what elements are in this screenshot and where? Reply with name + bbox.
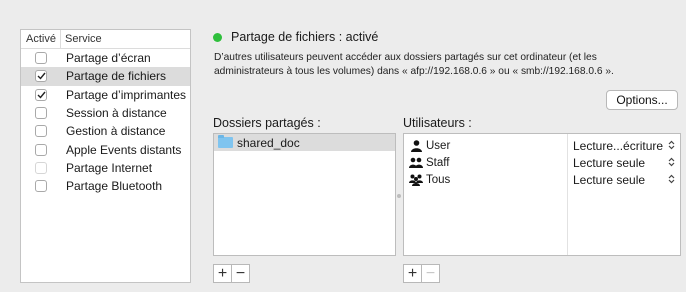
service-checkbox[interactable] bbox=[35, 125, 47, 138]
service-row[interactable]: Partage Internet bbox=[21, 159, 190, 177]
remove-folder-button[interactable]: − bbox=[231, 265, 249, 282]
service-row[interactable]: Gestion à distance bbox=[21, 122, 190, 140]
status-description: D’autres utilisateurs peuvent accéder au… bbox=[214, 52, 614, 77]
shared-folder-name: shared_doc bbox=[237, 135, 300, 150]
split-view-handle[interactable] bbox=[397, 194, 401, 198]
services-list[interactable]: Activé Service Partage d’écran Partage de… bbox=[20, 29, 191, 283]
shared-folders-list[interactable]: shared_doc bbox=[213, 133, 396, 256]
user-name: Tous bbox=[426, 173, 451, 186]
column-header-service[interactable]: Service bbox=[61, 33, 102, 45]
users-list[interactable]: User Lecture...écriture Staff Lecture se… bbox=[403, 133, 681, 256]
service-label: Apple Events distants bbox=[66, 142, 182, 157]
service-row[interactable]: Session à distance bbox=[21, 104, 190, 122]
service-row[interactable]: Partage d’imprimantes bbox=[21, 86, 190, 104]
service-checkbox[interactable] bbox=[35, 143, 47, 156]
service-checkbox[interactable] bbox=[35, 52, 47, 65]
status-title: Partage de fichiers : activé bbox=[231, 30, 379, 44]
service-checkbox-cell bbox=[21, 52, 61, 65]
users-label: Utilisateurs : bbox=[403, 116, 472, 130]
folders-add-remove-control: + − bbox=[213, 264, 250, 283]
service-checkbox-cell bbox=[21, 161, 61, 174]
user-row-staff[interactable]: Staff Lecture seule bbox=[404, 154, 680, 171]
service-checkbox-cell bbox=[21, 107, 61, 120]
service-checkbox[interactable] bbox=[35, 88, 47, 101]
service-checkbox[interactable] bbox=[35, 180, 47, 193]
service-row[interactable]: Partage de fichiers bbox=[21, 67, 190, 86]
folder-icon bbox=[218, 135, 233, 148]
service-checkbox[interactable] bbox=[35, 70, 47, 83]
status-indicator-icon bbox=[213, 33, 222, 42]
add-folder-button[interactable]: + bbox=[214, 265, 231, 282]
service-label: Gestion à distance bbox=[66, 124, 166, 139]
services-list-header: Activé Service bbox=[21, 30, 190, 49]
service-row[interactable]: Partage Bluetooth bbox=[21, 177, 190, 195]
shared-folders-label: Dossiers partagés : bbox=[213, 116, 321, 130]
service-checkbox-cell bbox=[21, 70, 61, 83]
service-label: Partage de fichiers bbox=[66, 69, 167, 84]
list-item-shared-folder[interactable]: shared_doc bbox=[214, 134, 395, 151]
service-checkbox[interactable] bbox=[35, 107, 47, 120]
permission-popup[interactable]: Lecture...écriture bbox=[573, 139, 663, 153]
user-name: User bbox=[426, 139, 451, 152]
add-user-button[interactable]: + bbox=[404, 265, 421, 282]
popup-chevron-icon[interactable] bbox=[668, 140, 675, 152]
service-checkbox[interactable] bbox=[35, 161, 47, 174]
group-icon bbox=[409, 157, 423, 168]
everyone-icon bbox=[409, 174, 423, 186]
permission-popup[interactable]: Lecture seule bbox=[573, 156, 645, 170]
remove-user-button[interactable]: − bbox=[421, 265, 439, 282]
service-label: Partage Bluetooth bbox=[66, 179, 163, 194]
service-row[interactable]: Apple Events distants bbox=[21, 140, 190, 158]
service-checkbox-cell bbox=[21, 88, 61, 101]
service-label: Partage Internet bbox=[66, 160, 153, 175]
column-header-active[interactable]: Activé bbox=[21, 30, 61, 48]
single-user-icon bbox=[409, 139, 423, 152]
popup-chevron-icon[interactable] bbox=[668, 174, 675, 186]
users-add-remove-control: + − bbox=[403, 264, 440, 283]
service-checkbox-cell bbox=[21, 125, 61, 138]
user-name: Staff bbox=[426, 156, 450, 169]
service-row[interactable]: Partage d’écran bbox=[21, 49, 190, 67]
service-checkbox-cell bbox=[21, 180, 61, 193]
service-checkbox-cell bbox=[21, 143, 61, 156]
user-row-tous[interactable]: Tous Lecture seule bbox=[404, 171, 680, 188]
service-label: Session à distance bbox=[66, 106, 167, 121]
user-row-user[interactable]: User Lecture...écriture bbox=[404, 137, 680, 154]
service-label: Partage d’écran bbox=[66, 51, 151, 66]
popup-chevron-icon[interactable] bbox=[668, 157, 675, 169]
options-button[interactable]: Options... bbox=[606, 90, 678, 110]
permission-popup[interactable]: Lecture seule bbox=[573, 173, 645, 187]
service-label: Partage d’imprimantes bbox=[66, 87, 187, 102]
